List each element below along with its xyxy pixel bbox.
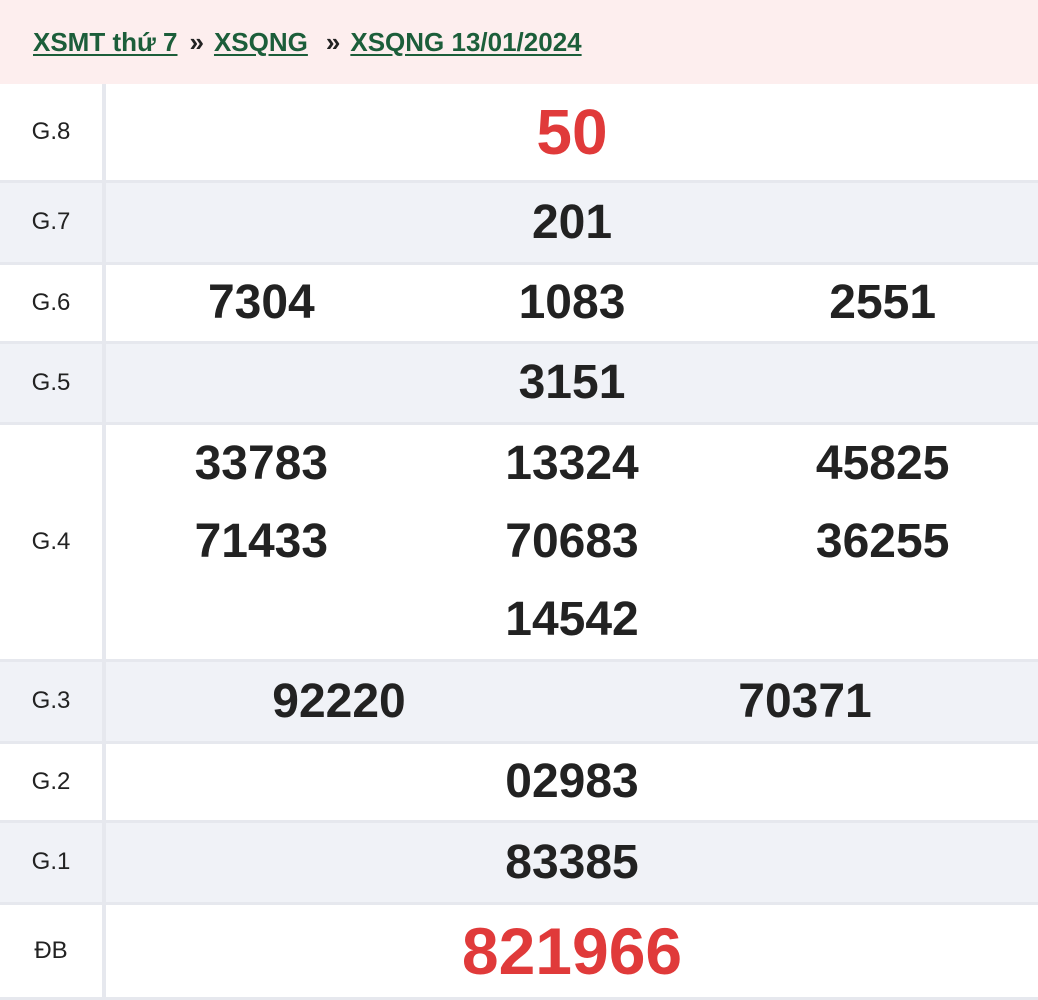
prize-numbers: 50 bbox=[104, 84, 1038, 183]
prize-label: G.1 bbox=[0, 821, 106, 905]
prize-label: G.3 bbox=[0, 660, 106, 744]
prize-row-g8: G.8 50 bbox=[0, 84, 1038, 183]
prize-row-g4: G.4 33783 13324 45825 71433 70683 36255 … bbox=[0, 423, 1038, 662]
prize-number: 45825 bbox=[815, 436, 950, 490]
prize-numbers: 02983 bbox=[104, 742, 1038, 823]
prize-numbers: 7304 1083 2551 bbox=[104, 263, 1038, 344]
breadcrumb-link-date[interactable]: XSQNG 13/01/2024 bbox=[350, 27, 581, 58]
prize-row-g7: G.7 201 bbox=[0, 181, 1038, 265]
prize-numbers: 33783 13324 45825 71433 70683 36255 1454… bbox=[104, 423, 1038, 662]
prize-label: G.8 bbox=[0, 84, 106, 183]
breadcrumb-separator: » bbox=[189, 26, 204, 57]
prize-numbers: 3151 bbox=[104, 342, 1038, 425]
prize-number: 3151 bbox=[518, 356, 626, 409]
prize-row-g5: G.5 3151 bbox=[0, 342, 1038, 425]
breadcrumb-separator: » bbox=[325, 26, 341, 57]
prize-number: 02983 bbox=[505, 755, 639, 808]
breadcrumb: XSMT thứ 7 » XSQNG » XSQNG 13/01/2024 bbox=[0, 0, 1038, 84]
prize-number: 2551 bbox=[829, 276, 937, 329]
prize-numbers: 821966 bbox=[104, 903, 1038, 1000]
prize-label: G.7 bbox=[0, 181, 106, 265]
prize-number: 70683 bbox=[505, 514, 639, 568]
prize-label: G.2 bbox=[0, 742, 106, 823]
special-prize-number: 821966 bbox=[461, 913, 683, 988]
breadcrumb-link-xsqng[interactable]: XSQNG bbox=[214, 27, 308, 58]
breadcrumb-link-xsmt[interactable]: XSMT thứ 7 bbox=[33, 27, 178, 58]
prize-numbers: 92220 70371 bbox=[104, 660, 1038, 744]
prize-number: 70371 bbox=[738, 674, 872, 728]
prize-number: 83385 bbox=[505, 835, 639, 889]
prize-label: G.4 bbox=[0, 423, 106, 662]
prize-label: G.5 bbox=[0, 342, 106, 425]
prize-numbers: 201 bbox=[104, 181, 1038, 265]
prize-number: 13324 bbox=[505, 436, 639, 490]
results-table: G.8 50 G.7 201 G.6 7304 1083 2551 G.5 31… bbox=[0, 84, 1038, 1000]
prize-row-g3: G.3 92220 70371 bbox=[0, 660, 1038, 744]
prize-number: 36255 bbox=[815, 514, 950, 568]
prize-numbers: 83385 bbox=[104, 821, 1038, 905]
prize-row-g1: G.1 83385 bbox=[0, 821, 1038, 905]
prize-number: 14542 bbox=[505, 592, 639, 646]
prize-label: G.6 bbox=[0, 263, 106, 344]
prize-label: ĐB bbox=[0, 903, 106, 1000]
prize-row-special: ĐB 821966 bbox=[0, 903, 1038, 1000]
prize-row-g2: G.2 02983 bbox=[0, 742, 1038, 823]
prize-number: 33783 bbox=[194, 436, 329, 490]
prize-number: 201 bbox=[531, 195, 613, 249]
prize-number: 71433 bbox=[194, 514, 329, 568]
prize-number: 92220 bbox=[272, 674, 406, 728]
prize-number: 7304 bbox=[207, 276, 315, 329]
prize-number: 50 bbox=[536, 95, 608, 168]
prize-row-g6: G.6 7304 1083 2551 bbox=[0, 263, 1038, 344]
prize-number: 1083 bbox=[518, 276, 626, 329]
